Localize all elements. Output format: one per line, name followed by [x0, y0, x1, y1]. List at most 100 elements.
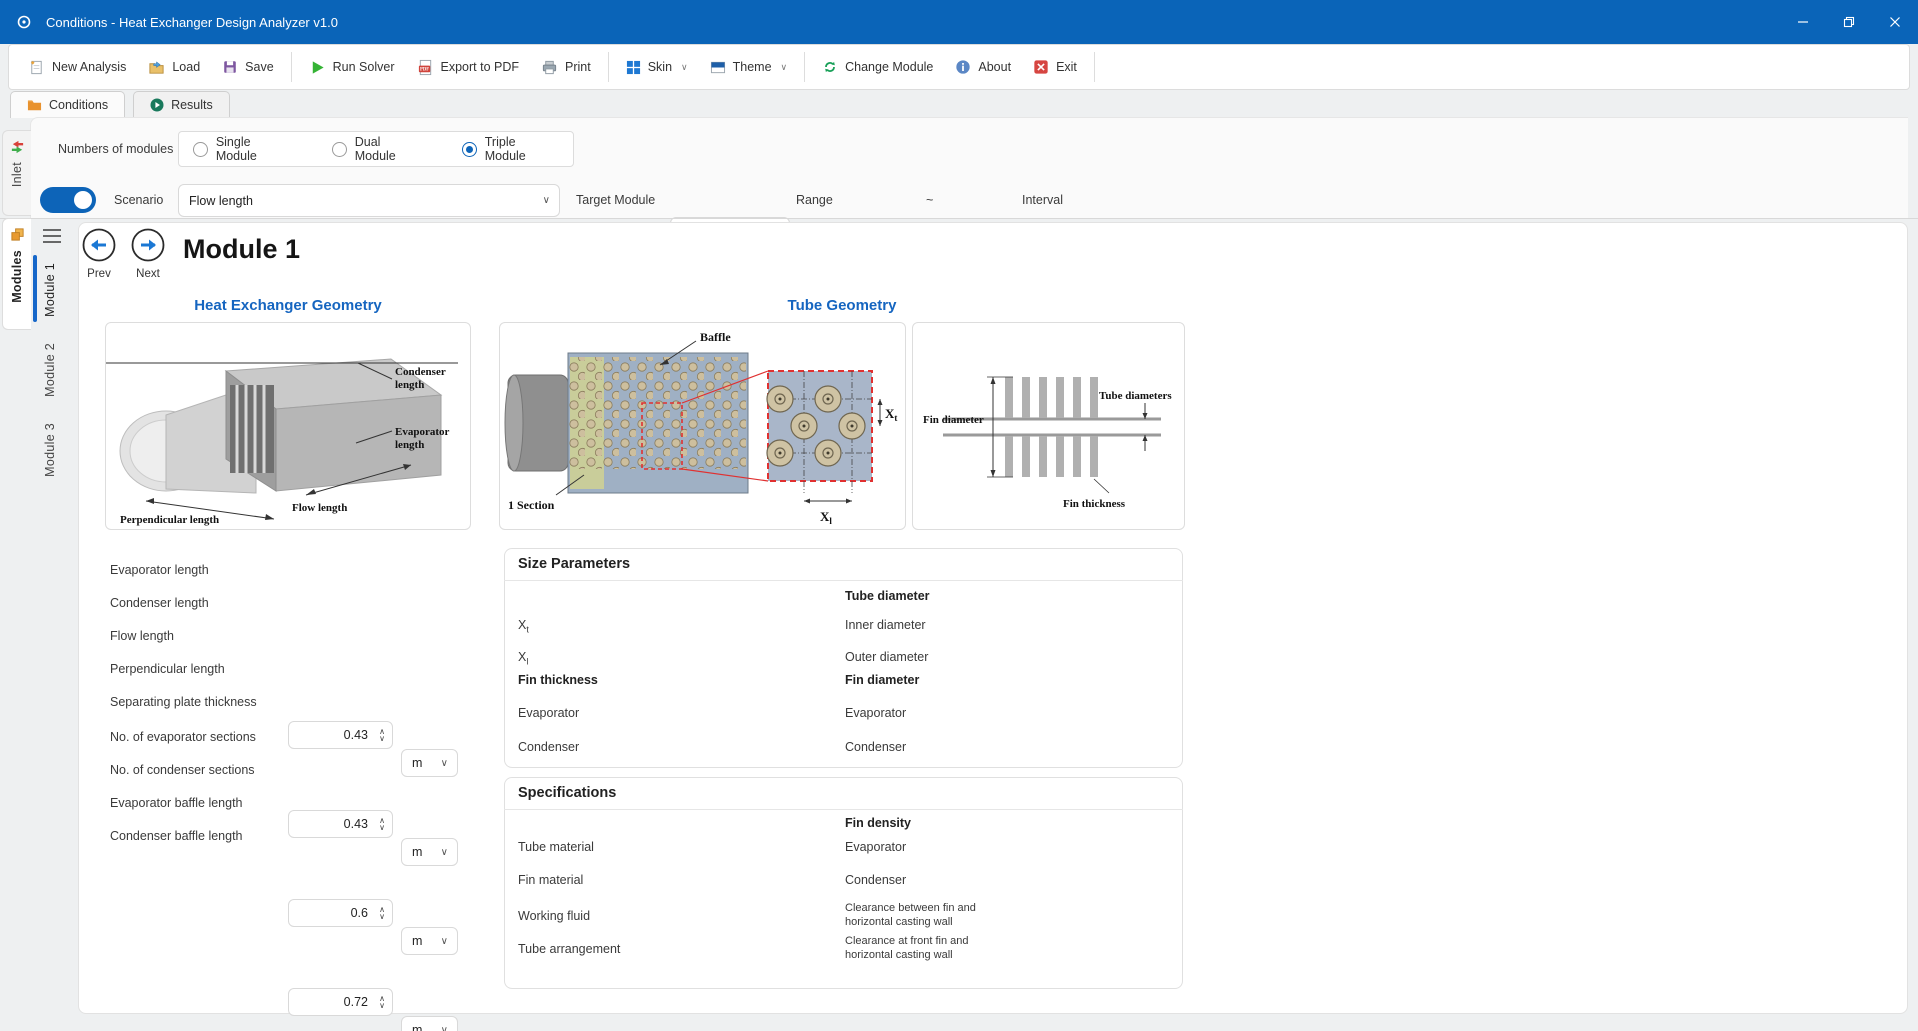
radio-icon [193, 142, 208, 157]
theme-icon [710, 60, 726, 75]
load-label: Load [172, 60, 200, 74]
fin-geometry-image: Fin diameter Tube diameters Fin thicknes… [912, 322, 1185, 530]
perpendicular-length-label: Perpendicular length [110, 655, 225, 683]
hamburger-menu-icon[interactable] [42, 227, 62, 245]
module-tab-1[interactable]: Module 1 [38, 255, 62, 325]
module-tab-3[interactable]: Module 3 [38, 415, 62, 485]
restore-button[interactable] [1826, 0, 1872, 44]
sidebar-tab-inlet[interactable]: Inlet [2, 130, 31, 216]
print-icon [541, 59, 558, 76]
evaporator-length-label: Evaporator length [110, 556, 209, 584]
flow-length-input[interactable]: 0.6∧∨ [288, 899, 393, 927]
evaporator-length-value: 0.43 [344, 728, 368, 742]
exit-label: Exit [1056, 60, 1077, 74]
skin-button[interactable]: Skin∨ [615, 50, 699, 84]
tube-geometry-heading: Tube Geometry [499, 297, 1185, 314]
numbers-of-modules-label: Numbers of modules [58, 131, 173, 167]
tube-diagram: Baffle 1 Section Xt Xl [500, 323, 906, 530]
perpendicular-length-input[interactable]: 0.72∧∨ [288, 988, 393, 1016]
radio-triple-label: Triple Module [485, 135, 559, 163]
sidebar-tab-modules[interactable]: Modules [2, 218, 31, 330]
next-button[interactable] [131, 228, 165, 262]
exit-button[interactable]: Exit [1022, 50, 1088, 84]
radio-dual-module[interactable]: Dual Module [332, 135, 424, 163]
toolbar-separator [1094, 52, 1095, 82]
range-tilde: ~ [926, 184, 933, 217]
hx-label-evaporator-line1: Evaporator [395, 426, 450, 438]
tube-material-label: Tube material [518, 833, 594, 861]
condenser-length-input[interactable]: 0.43 ∧∨ [288, 810, 393, 838]
scenario-value: Flow length [189, 194, 253, 208]
fin-material-label: Fin material [518, 866, 583, 894]
load-button[interactable]: Load [137, 50, 211, 84]
radio-triple-module[interactable]: Triple Module [462, 135, 559, 163]
run-solver-button[interactable]: Run Solver [298, 50, 406, 84]
about-icon [955, 59, 971, 75]
new-analysis-button[interactable]: New Analysis [17, 50, 137, 84]
radio-selected-icon [462, 142, 477, 157]
evaporator-length-input[interactable]: 0.43 ∧∨ [288, 721, 393, 749]
xt-label: Xt [518, 611, 529, 644]
export-pdf-icon: PDF [417, 59, 434, 76]
chevron-down-icon: ∨ [441, 936, 448, 947]
scenario-dropdown[interactable]: Flow length∨ [178, 184, 560, 217]
close-button[interactable] [1872, 0, 1918, 44]
fin-label-tube-diameters: Tube diameters [1099, 390, 1172, 402]
radio-single-module[interactable]: Single Module [193, 135, 294, 163]
prev-button[interactable] [82, 228, 116, 262]
scenario-toggle[interactable] [40, 187, 96, 213]
fin-diameter-header: Fin diameter [845, 673, 919, 687]
tab-conditions[interactable]: Conditions [10, 91, 125, 118]
change-module-button[interactable]: Change Module [811, 50, 944, 84]
radio-single-label: Single Module [216, 135, 294, 163]
about-button[interactable]: About [944, 50, 1022, 84]
condenser-length-unit[interactable]: m∨ [401, 838, 458, 866]
module-count-radiogroup: Single Module Dual Module Triple Module [178, 131, 574, 167]
scenario-label: Scenario [114, 184, 163, 217]
run-solver-label: Run Solver [333, 60, 395, 74]
header-divider [0, 218, 1918, 219]
new-analysis-icon [28, 59, 45, 76]
tube-geometry-image: Baffle 1 Section Xt Xl [499, 322, 906, 530]
hx-label-condenser-line1: Condenser [395, 366, 446, 378]
condenser-length-label: Condenser length [110, 589, 209, 617]
app-icon [16, 14, 32, 30]
sidebar-tab-modules-label: Modules [10, 250, 24, 303]
module-tab-1-label: Module 1 [43, 263, 57, 317]
theme-button[interactable]: Theme∨ [699, 50, 799, 84]
titlebar: Conditions - Heat Exchanger Design Analy… [0, 0, 1918, 44]
print-button[interactable]: Print [530, 50, 602, 84]
minimize-button[interactable] [1780, 0, 1826, 44]
spinner-arrows-icon[interactable]: ∧∨ [379, 728, 385, 742]
tube-label-baffle: Baffle [700, 330, 731, 344]
perpendicular-length-unit[interactable]: m∨ [401, 1016, 458, 1031]
skin-label: Skin [648, 60, 672, 74]
size-parameters-panel [504, 548, 1183, 768]
module-tab-2-label: Module 2 [43, 343, 57, 397]
prev-label: Prev [74, 268, 124, 280]
svg-text:Xt: Xt [885, 406, 897, 423]
save-button[interactable]: Save [211, 50, 285, 84]
radio-icon [332, 142, 347, 157]
svg-text:Xl: Xl [820, 509, 832, 526]
tab-results[interactable]: Results [133, 91, 230, 118]
toolbar-separator [608, 52, 609, 82]
skin-icon [626, 60, 641, 75]
interval-label: Interval [1022, 184, 1063, 217]
spinner-arrows-icon[interactable]: ∧∨ [379, 817, 385, 831]
chevron-down-icon: ∨ [781, 62, 788, 73]
condenser-length-value: 0.43 [344, 817, 368, 831]
change-module-label: Change Module [845, 60, 933, 74]
hx-label-evaporator-line2: length [395, 439, 424, 451]
export-pdf-button[interactable]: PDF Export to PDF [406, 50, 531, 84]
working-fluid-label: Working fluid [518, 902, 590, 930]
flow-length-unit[interactable]: m∨ [401, 927, 458, 955]
module-tab-2[interactable]: Module 2 [38, 335, 62, 405]
spinner-arrows-icon[interactable]: ∧∨ [379, 906, 385, 920]
fin-diagram: Fin diameter Tube diameters Fin thicknes… [913, 323, 1185, 530]
fin-density-header: Fin density [845, 816, 911, 830]
evaporator-length-unit[interactable]: m∨ [401, 749, 458, 777]
spinner-arrows-icon[interactable]: ∧∨ [379, 995, 385, 1009]
tab-results-label: Results [171, 98, 213, 112]
tube-diameter-header: Tube diameter [845, 589, 930, 603]
